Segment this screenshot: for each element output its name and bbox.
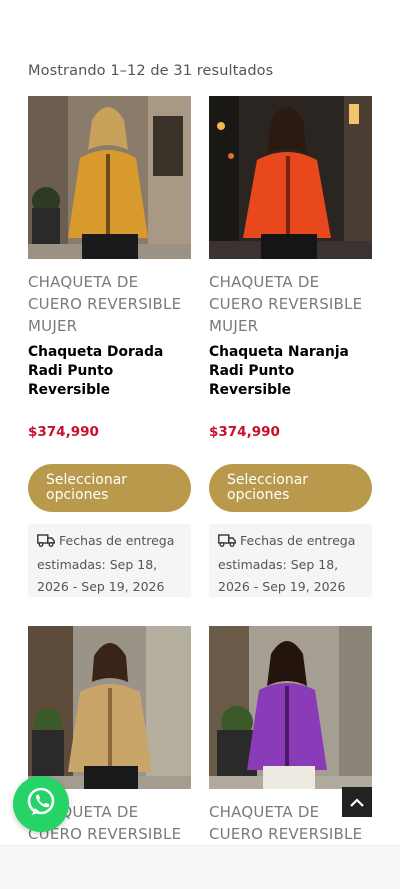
bottom-bar xyxy=(0,845,400,889)
scroll-to-top-button[interactable] xyxy=(342,787,372,817)
delivery-estimate: Fechas de entrega estimadas: Sep 18, 202… xyxy=(28,524,191,597)
product-card[interactable]: CHAQUETA DE CUERO REVERSIBLE MUJER Chaqu… xyxy=(209,96,372,597)
product-category: CHAQUETA DE CUERO REVERSIBLE MUJER xyxy=(28,273,182,335)
delivery-text: Fechas de entrega estimadas: Sep 18, 202… xyxy=(218,533,356,594)
product-image[interactable] xyxy=(28,96,191,259)
whatsapp-icon xyxy=(24,785,58,823)
truck-icon xyxy=(218,532,236,554)
delivery-estimate: Fechas de entrega estimadas: Sep 18, 202… xyxy=(209,524,372,597)
product-category: CHAQUETA DE CUERO REVERSIBLE MUJER xyxy=(209,273,363,335)
product-card[interactable]: CHAQUETA DE CUERO REVERSIBLE MUJER Chaqu… xyxy=(28,96,191,597)
select-options-button[interactable]: Seleccionar opciones xyxy=(28,464,191,512)
product-image[interactable] xyxy=(209,96,372,259)
select-options-button[interactable]: Seleccionar opciones xyxy=(209,464,372,512)
chevron-up-icon xyxy=(349,793,365,812)
product-image[interactable] xyxy=(28,626,191,789)
whatsapp-button[interactable] xyxy=(13,776,69,832)
results-count: Mostrando 1–12 de 31 resultados xyxy=(28,63,274,79)
product-title[interactable]: Chaqueta Dorada Radi Punto Reversible xyxy=(28,343,191,400)
product-price: $374,990 xyxy=(209,424,280,440)
product-price: $374,990 xyxy=(28,424,99,440)
product-title[interactable]: Chaqueta Naranja Radi Punto Reversible xyxy=(209,343,372,400)
delivery-text: Fechas de entrega estimadas: Sep 18, 202… xyxy=(37,533,175,594)
truck-icon xyxy=(37,532,55,554)
product-image[interactable] xyxy=(209,626,372,789)
